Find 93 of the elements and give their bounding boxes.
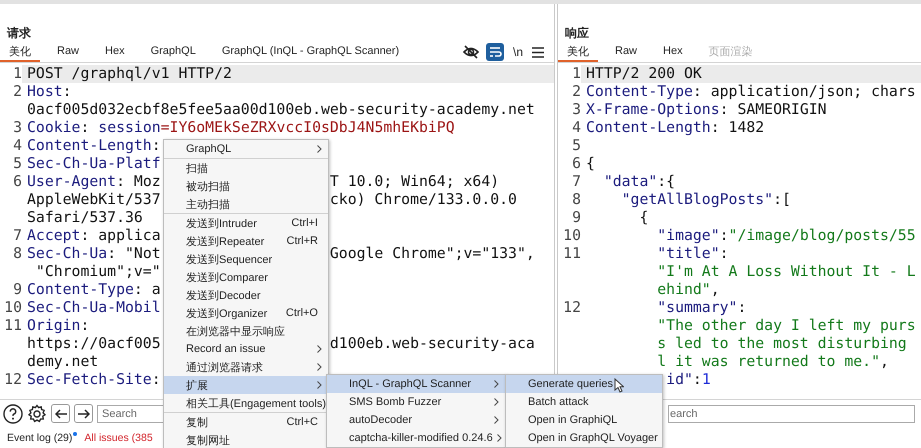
menu-item[interactable]: 通过浏览器请求 (164, 358, 328, 376)
menu-item[interactable]: 在浏览器中显示响应 (164, 322, 328, 340)
code-text: Google Chrome";v="133", (330, 245, 535, 263)
tab[interactable]: 美化 (0, 42, 40, 62)
code-text: l it was returned to me.", (657, 353, 889, 371)
code-text: AppleWebKit/537 (27, 191, 161, 209)
code-text: HTTP/2 200 OK (586, 65, 702, 83)
code-text: Cookie: session=IY6oMEkSeZRXvccI0sDbJ4N5mhEKbiPQ (27, 119, 455, 137)
code-text: "Chromium";v=" (36, 263, 161, 281)
code-text: ehind", (657, 281, 720, 299)
menu-item[interactable]: captcha-killer-modified 0.24.6 (327, 429, 505, 447)
right-arrow-icon (78, 408, 90, 418)
menu-item[interactable]: 扫描 (164, 159, 328, 177)
code-text: Content-Length: 1482 (586, 119, 764, 137)
code-text: Content-Type: application/json; chars (586, 83, 916, 101)
pane-title: 响应 (564, 25, 590, 42)
code-text: Safari/537.36 (27, 209, 143, 227)
forward-button[interactable] (74, 404, 93, 423)
code-text: X-Frame-Options: SAMEORIGIN (586, 101, 827, 119)
menu-item[interactable]: 复制 Ctrl+C (164, 413, 328, 431)
code-text: T 10.0; Win64; x64) (330, 173, 500, 191)
issues-link[interactable]: All issues (385 (84, 432, 153, 444)
menu-item[interactable]: Generate queries (506, 375, 662, 393)
back-button[interactable] (51, 404, 70, 423)
tab[interactable]: GraphQL (InQL - GraphQL Scanner) (212, 42, 408, 62)
code-text: Sec-Ch-Ua: "Not (27, 245, 161, 263)
code-text: POST /graphql/v1 HTTP/2 (27, 65, 232, 83)
code-text: "title": (657, 245, 729, 263)
menu-item[interactable]: Open in GraphiQL (506, 411, 662, 429)
menu-item[interactable]: Record an issue (164, 340, 328, 358)
menu-item[interactable]: 扩展 (164, 376, 328, 394)
gear-icon[interactable] (27, 404, 47, 424)
code-text: Sec-Ch-Ua-Platf (27, 155, 161, 173)
tab[interactable]: Hex (654, 42, 692, 62)
tab[interactable]: Raw (606, 42, 646, 62)
tab[interactable]: Hex (96, 42, 134, 62)
mouse-pointer-icon (614, 378, 624, 393)
code-text: Host: (27, 83, 72, 101)
code-text: "image":"/image/blog/posts/55 (657, 227, 916, 245)
code-text: "getAllBlogPosts":[ (622, 191, 791, 209)
newline-toggle[interactable]: \n (510, 45, 526, 59)
code-text: { (586, 155, 595, 173)
menu-item[interactable]: 发送到Intruder Ctrl+I (164, 214, 328, 232)
menu-item[interactable]: 发送到Organizer Ctrl+O (164, 304, 328, 322)
search-field[interactable]: earch (668, 404, 915, 422)
code-text: Accept: applica (27, 227, 161, 245)
line-number: 1 (0, 65, 22, 83)
event-log-link[interactable]: Event log (29) (7, 432, 72, 444)
pane-title: 请求 (6, 25, 32, 42)
wrap-text-icon[interactable] (486, 43, 504, 61)
menu-item[interactable]: 发送到Sequencer (164, 250, 328, 268)
tab[interactable]: 美化 (558, 42, 598, 62)
eye-slash-icon[interactable] (462, 43, 480, 61)
code-text: Content-Length: (27, 137, 161, 155)
menu-item[interactable]: Batch attack (506, 393, 662, 411)
tab[interactable]: GraphQL (142, 42, 205, 62)
code-text: id":1 (666, 371, 711, 389)
menu-item[interactable]: autoDecoder (327, 411, 505, 429)
menu-item[interactable]: SMS Bomb Fuzzer (327, 393, 505, 411)
menu-item[interactable]: 复制网址 (164, 431, 328, 448)
menu-item[interactable]: 发送到Comparer (164, 268, 328, 286)
menu-item[interactable]: 主动扫描 (164, 195, 328, 213)
code-text: demy.net (27, 353, 98, 371)
shortcut-text: Ctrl+R (286, 235, 318, 247)
menu-item[interactable]: Open in GraphQL Voyager (506, 429, 662, 447)
line-number: 1 (558, 65, 581, 83)
code-text: d100eb.web-security-aca (330, 335, 535, 353)
code-text: 0acf005d032ecbf8e5fee5aa00d100eb.web-security-academy.net (27, 101, 535, 119)
shortcut-text: Ctrl+O (286, 307, 318, 319)
code-text: Sec-Ch-Ua-Mobil (27, 299, 161, 317)
menu-item[interactable]: 被动扫描 (164, 177, 328, 195)
code-text: Content-Type: a (27, 281, 161, 299)
code-text: s led to the most disturbing (657, 335, 907, 353)
code-text: User-Agent: Moz (27, 173, 161, 191)
menu-item[interactable]: GraphQL (164, 140, 328, 158)
code-text: https://0acf005 (27, 335, 161, 353)
shortcut-text: Ctrl+C (286, 416, 318, 428)
code-text: "data":{ (604, 173, 676, 191)
code-text: "summary": (657, 299, 746, 317)
code-text: "The other day I left my purs (657, 317, 916, 335)
left-arrow-icon (54, 408, 66, 418)
shortcut-text: Ctrl+I (291, 217, 318, 229)
code-text: Origin: (27, 317, 90, 335)
tab[interactable]: Raw (48, 42, 88, 62)
code-text: "I'm At A Loss Without It - L (657, 263, 916, 281)
code-text: cko) Chrome/133.0.0.0 (330, 191, 517, 209)
menu-item[interactable]: 发送到Repeater Ctrl+R (164, 232, 328, 250)
menu-item[interactable]: InQL - GraphQL Scanner (327, 375, 505, 393)
code-text: { (639, 209, 648, 227)
menu-icon[interactable] (532, 46, 544, 58)
code-text: Sec-Fetch-Site: (27, 371, 161, 389)
menu-item[interactable]: 发送到Decoder (164, 286, 328, 304)
help-icon[interactable] (3, 404, 23, 424)
